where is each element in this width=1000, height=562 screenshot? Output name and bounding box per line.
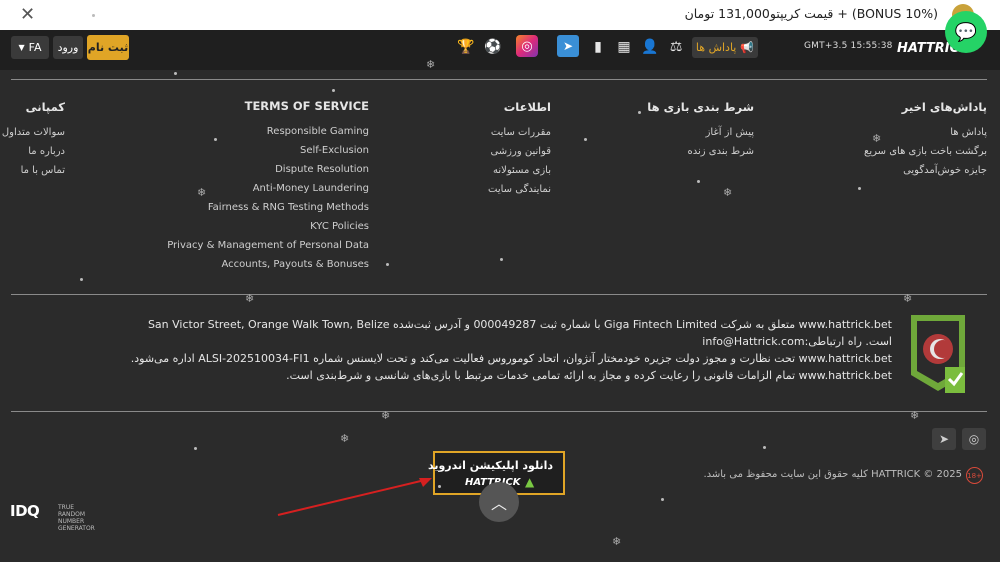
license-text-line: است. راه ارتباطی:info@Hattrick.com <box>702 335 892 348</box>
divider <box>11 411 987 412</box>
license-text-line: www.hattrick.bet متعلق به شرکت Giga Fint… <box>147 318 892 331</box>
login-button[interactable]: ورود <box>53 36 83 59</box>
promo-text[interactable]: (BONUS 10%) + قیمت کریپتو131,000 تومان <box>685 6 938 21</box>
footer-link-dispute[interactable]: Dispute Resolution <box>275 164 369 175</box>
signup-button[interactable]: ثبت نام <box>87 35 129 60</box>
footer-link-rewards[interactable]: پاداش ها <box>950 127 987 138</box>
idq-brand: IDQ <box>10 502 40 520</box>
trophy-icon[interactable]: 🏆 <box>456 37 476 57</box>
footer-link-live[interactable]: شرط بندی زنده <box>688 146 754 157</box>
license-text-line: www.hattrick.bet تمام الزامات قانونی را … <box>286 369 892 382</box>
clock: GMT+3.5 15:55:38 <box>804 41 893 51</box>
chevron-up-icon: ︿ <box>490 494 507 513</box>
scoreboard-icon[interactable]: ▦ <box>614 37 634 57</box>
snowflake-icon: ❄ <box>872 132 882 145</box>
annotation-arrow <box>277 478 432 516</box>
chat-bubble-icon[interactable]: 💬 <box>945 11 987 53</box>
footer-link-cashback[interactable]: برگشت باخت بازی های سریع <box>864 146 987 157</box>
footer-link-responsible-gaming[interactable]: Responsible Gaming <box>267 126 369 137</box>
footer-link-kyc[interactable]: KYC Policies <box>310 221 369 232</box>
license-text-line: www.hattrick.bet تحت نظارت و مجوز دولت ج… <box>130 352 892 365</box>
snow-dot <box>194 447 197 450</box>
snow-dot <box>638 111 641 114</box>
snowflake-icon: ❄ <box>426 58 436 71</box>
snow-dot <box>763 446 766 449</box>
snow-dot <box>661 498 664 501</box>
bar-chart-icon[interactable]: ▮ <box>588 37 608 57</box>
footer-link-contact[interactable]: تماس با ما <box>21 165 65 176</box>
snowflake-icon: ❄ <box>340 432 350 445</box>
snow-dot <box>174 72 177 75</box>
idq-sub-line: NUMBER GENERATOR <box>58 518 95 532</box>
snow-dot <box>858 187 861 190</box>
telegram-social-icon[interactable]: ➤ <box>932 428 956 450</box>
footer-link-sports-rules[interactable]: قوانین ورزشی <box>490 146 551 157</box>
footer-link-faq[interactable]: سوالات متداول <box>2 127 65 138</box>
megaphone-icon: 📢 <box>740 41 755 54</box>
column-title-betting: شرط بندی بازی ها <box>647 100 754 114</box>
snow-dot <box>332 89 335 92</box>
instagram-social-icon[interactable]: ◎ <box>962 428 986 450</box>
footer-link-aml[interactable]: Anti-Money Laundering <box>253 183 369 194</box>
age-18-badge: 18+ <box>966 467 983 484</box>
rewards-label: پاداش ها <box>695 41 737 54</box>
snow-dot <box>386 263 389 266</box>
snow-dot <box>214 138 217 141</box>
android-download-label: دانلود اپلیکیشن اندروید <box>427 459 553 472</box>
gavel-icon[interactable]: ⚖ <box>666 37 686 57</box>
language-label: FA <box>28 41 42 54</box>
snow-dot <box>92 14 95 17</box>
column-title-company: کمپانی <box>25 100 65 114</box>
instagram-icon[interactable]: ◎ <box>516 35 538 57</box>
language-selector[interactable]: ▼ FA <box>11 36 49 59</box>
idq-logo: IDQ TRUE RANDOM NUMBER GENERATOR <box>10 500 102 532</box>
snowflake-icon: ❄ <box>245 292 255 305</box>
footer-link-responsible[interactable]: بازی مسئولانه <box>493 165 551 176</box>
footer-link-prematch[interactable]: پیش از آغاز <box>706 127 754 138</box>
copyright-text: HATTRICK © 2025 کلیه حقوق این سایت محفوظ… <box>703 469 962 480</box>
close-icon[interactable]: ✕ <box>20 4 35 25</box>
promo-bar: ✕ (BONUS 10%) + قیمت کریپتو131,000 تومان <box>0 0 1000 30</box>
snowflake-icon: ❄ <box>197 186 207 199</box>
snow-dot <box>500 258 503 261</box>
license-seal-icon[interactable] <box>907 313 969 393</box>
soccer-ball-icon[interactable]: ⚽ <box>483 37 503 57</box>
snowflake-icon: ❄ <box>612 535 622 548</box>
snowflake-icon: ❄ <box>910 409 920 422</box>
divider <box>11 79 987 80</box>
column-title-rewards: پاداش‌های اخیر <box>901 100 987 114</box>
footer-link-privacy[interactable]: Privacy & Management of Personal Data <box>167 240 369 251</box>
footer-link-agency[interactable]: نمایندگی سایت <box>488 184 551 195</box>
snow-dot <box>584 138 587 141</box>
snow-dot <box>438 485 441 488</box>
footer-link-fairness[interactable]: Fairness & RNG Testing Methods <box>208 202 369 213</box>
snowflake-icon: ❄ <box>903 292 913 305</box>
android-icon: ▲ <box>525 475 535 489</box>
idq-sub-line: TRUE RANDOM <box>58 504 86 518</box>
snowflake-icon: ❄ <box>723 186 733 199</box>
telegram-icon[interactable]: ➤ <box>557 35 579 57</box>
footer-link-welcome-bonus[interactable]: جایزه خوش‌آمدگویی <box>903 165 987 176</box>
column-title-terms: TERMS OF SERVICE <box>244 99 369 113</box>
footer-link-site-rules[interactable]: مقررات سایت <box>491 127 551 138</box>
rewards-button[interactable]: پاداش ها 📢 <box>692 37 758 58</box>
snow-dot <box>697 180 700 183</box>
footer-link-about[interactable]: درباره ما <box>28 146 65 157</box>
column-title-info: اطلاعات <box>503 100 551 114</box>
user-icon[interactable]: 👤 <box>640 37 660 57</box>
footer-link-accounts[interactable]: Accounts, Payouts & Bonuses <box>221 259 369 270</box>
idq-subtitle: TRUE RANDOM NUMBER GENERATOR <box>58 504 102 532</box>
divider <box>11 294 987 295</box>
snow-dot <box>80 278 83 281</box>
snowflake-icon: ❄ <box>381 409 391 422</box>
scroll-to-top-button[interactable]: ︿ <box>479 482 519 522</box>
footer-link-self-exclusion[interactable]: Self-Exclusion <box>300 145 369 156</box>
caret-down-icon: ▼ <box>18 43 25 52</box>
